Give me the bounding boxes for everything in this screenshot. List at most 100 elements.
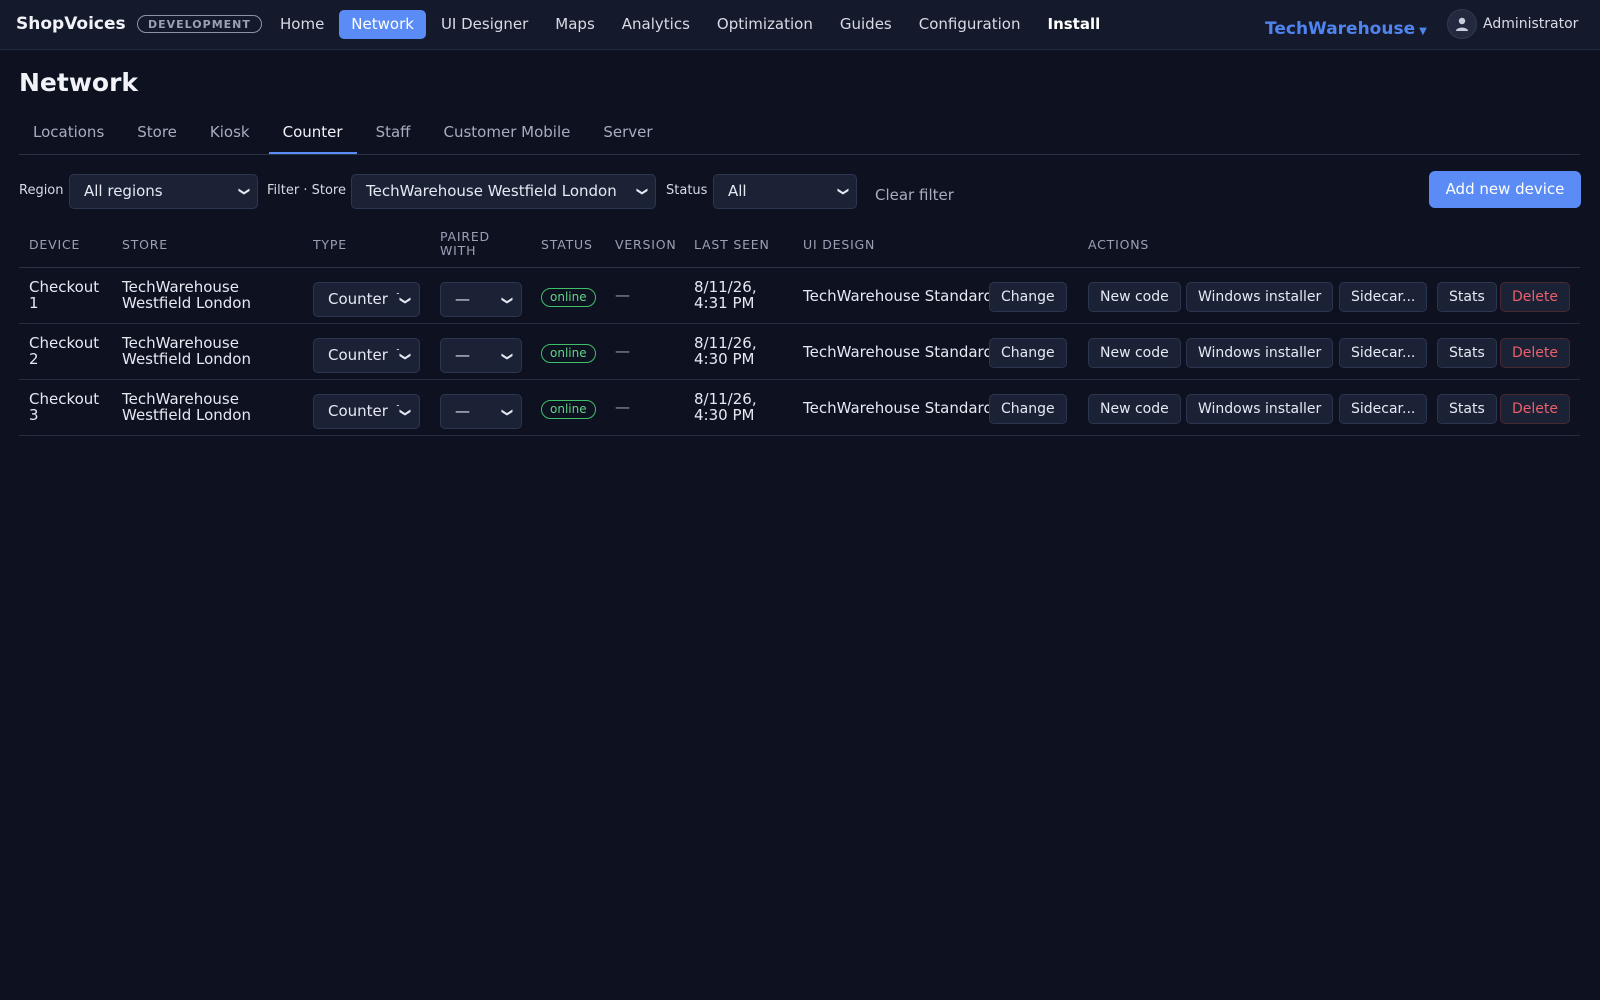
paired-with-select[interactable]: — ❯ — [440, 282, 522, 317]
sidecar-button[interactable]: Sidecar... — [1339, 338, 1428, 368]
chevron-down-icon: ❯ — [490, 349, 521, 362]
status-value: All — [728, 182, 747, 200]
last-seen: 8/11/26, 4:31 PM — [694, 278, 757, 312]
tab-locations[interactable]: Locations — [19, 118, 118, 154]
tab-customer-mobile[interactable]: Customer Mobile — [430, 118, 585, 154]
paired-with-select[interactable]: — ❯ — [440, 338, 522, 373]
paired-with-select[interactable]: — ❯ — [440, 394, 522, 429]
status-filter-label: Status — [666, 183, 708, 198]
stats-button[interactable]: Stats — [1437, 394, 1497, 424]
chevron-down-icon: ❯ — [490, 405, 521, 418]
device-name: Checkout 1 — [29, 278, 100, 312]
chevron-down-icon: ❯ — [388, 349, 419, 362]
status-badge: online — [541, 400, 596, 419]
chevron-down-icon: ❯ — [388, 405, 419, 418]
user-icon — [1456, 17, 1468, 31]
nav-install[interactable]: Install — [1035, 10, 1112, 39]
change-button[interactable]: Change — [989, 338, 1067, 368]
windows-installer-button[interactable]: Windows installer — [1186, 338, 1334, 368]
nav-network[interactable]: Network — [339, 10, 426, 39]
version-value: — — [615, 286, 630, 304]
tab-kiosk[interactable]: Kiosk — [196, 118, 264, 154]
chevron-down-icon: ❯ — [237, 186, 251, 197]
brand-logo[interactable]: ShopVoices — [16, 14, 126, 34]
sidecar-button[interactable]: Sidecar... — [1339, 282, 1428, 312]
caret-down-icon: ▼ — [1419, 26, 1427, 37]
table-header: DEVICE STORE TYPE PAIRED WITH STATUS VER… — [19, 228, 1580, 268]
windows-installer-button[interactable]: Windows installer — [1186, 394, 1334, 424]
nav-analytics[interactable]: Analytics — [610, 10, 702, 39]
ui-design-name: TechWarehouse Standard — [803, 399, 993, 417]
environment-badge: DEVELOPMENT — [137, 15, 262, 33]
tab-store[interactable]: Store — [123, 118, 191, 154]
last-seen: 8/11/26, 4:30 PM — [694, 334, 757, 368]
delete-button[interactable]: Delete — [1500, 394, 1570, 424]
table-row: Checkout 3 TechWarehouse Westfield London … — [19, 380, 1580, 436]
stats-button[interactable]: Stats — [1437, 338, 1497, 368]
status-badge: online — [541, 288, 596, 307]
chevron-down-icon: ❯ — [836, 186, 850, 197]
top-bar: ShopVoices DEVELOPMENT Home Network UI D… — [0, 0, 1600, 50]
col-store: STORE — [122, 237, 168, 252]
store-select[interactable]: TechWarehouse Westfield London ❯ — [351, 174, 656, 209]
store-filter-label: Filter · Store — [267, 183, 346, 198]
nav-home[interactable]: Home — [268, 10, 336, 39]
ui-design-name: TechWarehouse Standard — [803, 343, 993, 361]
last-seen: 8/11/26, 4:30 PM — [694, 390, 757, 424]
col-version: VERSION — [615, 237, 677, 252]
main-nav: Home Network UI Designer Maps Analytics … — [268, 10, 1115, 39]
user-name[interactable]: Administrator — [1483, 16, 1578, 32]
nav-optimization[interactable]: Optimization — [705, 10, 825, 39]
region-value: All regions — [84, 182, 163, 200]
status-badge: online — [541, 344, 596, 363]
device-tabs: Locations Store Kiosk Counter Staff Cust… — [19, 118, 1580, 155]
col-actions: ACTIONS — [1088, 237, 1150, 252]
delete-button[interactable]: Delete — [1500, 338, 1570, 368]
col-paired-line-2: WITH — [440, 243, 477, 258]
page-title: Network — [19, 68, 139, 97]
nav-configuration[interactable]: Configuration — [907, 10, 1033, 39]
chevron-down-icon: ❯ — [388, 293, 419, 306]
store-name: TechWarehouse Westfield London — [122, 278, 251, 312]
tab-counter[interactable]: Counter — [268, 118, 357, 154]
chevron-down-icon: ❯ — [635, 186, 649, 197]
region-select[interactable]: All regions ❯ — [69, 174, 258, 209]
avatar[interactable] — [1447, 9, 1477, 39]
new-code-button[interactable]: New code — [1088, 394, 1181, 424]
type-select[interactable]: Counter A ❯ — [313, 282, 420, 317]
tab-server[interactable]: Server — [589, 118, 666, 154]
col-ui-design: UI DESIGN — [803, 237, 876, 252]
new-code-button[interactable]: New code — [1088, 282, 1181, 312]
delete-button[interactable]: Delete — [1500, 282, 1570, 312]
version-value: — — [615, 398, 630, 416]
stats-button[interactable]: Stats — [1437, 282, 1497, 312]
clear-filter-link[interactable]: Clear filter — [875, 186, 954, 204]
sidecar-button[interactable]: Sidecar... — [1339, 394, 1428, 424]
tab-staff[interactable]: Staff — [362, 118, 425, 154]
store-value: TechWarehouse Westfield London — [366, 182, 617, 200]
col-last-seen: LAST SEEN — [694, 237, 770, 252]
store-name: TechWarehouse Westfield London — [122, 390, 251, 424]
new-code-button[interactable]: New code — [1088, 338, 1181, 368]
nav-maps[interactable]: Maps — [543, 10, 606, 39]
tenant-name: TechWarehouse — [1265, 19, 1416, 39]
col-type: TYPE — [313, 237, 347, 252]
add-new-device-button[interactable]: Add new device — [1429, 171, 1581, 208]
nav-guides[interactable]: Guides — [828, 10, 904, 39]
col-status: STATUS — [541, 237, 593, 252]
change-button[interactable]: Change — [989, 394, 1067, 424]
chevron-down-icon: ❯ — [490, 293, 521, 306]
table-row: Checkout 1 TechWarehouse Westfield London … — [19, 268, 1580, 324]
tenant-switcher[interactable]: TechWarehouse ▼ — [1265, 19, 1427, 39]
windows-installer-button[interactable]: Windows installer — [1186, 282, 1334, 312]
type-select[interactable]: Counter A ❯ — [313, 394, 420, 429]
nav-ui-designer[interactable]: UI Designer — [429, 10, 540, 39]
status-select[interactable]: All ❯ — [713, 174, 857, 209]
region-label: Region — [19, 183, 64, 198]
ui-design-name: TechWarehouse Standard — [803, 287, 993, 305]
store-name: TechWarehouse Westfield London — [122, 334, 251, 368]
device-name: Checkout 3 — [29, 390, 100, 424]
change-button[interactable]: Change — [989, 282, 1067, 312]
type-select[interactable]: Counter A ❯ — [313, 338, 420, 373]
col-device: DEVICE — [29, 237, 81, 252]
